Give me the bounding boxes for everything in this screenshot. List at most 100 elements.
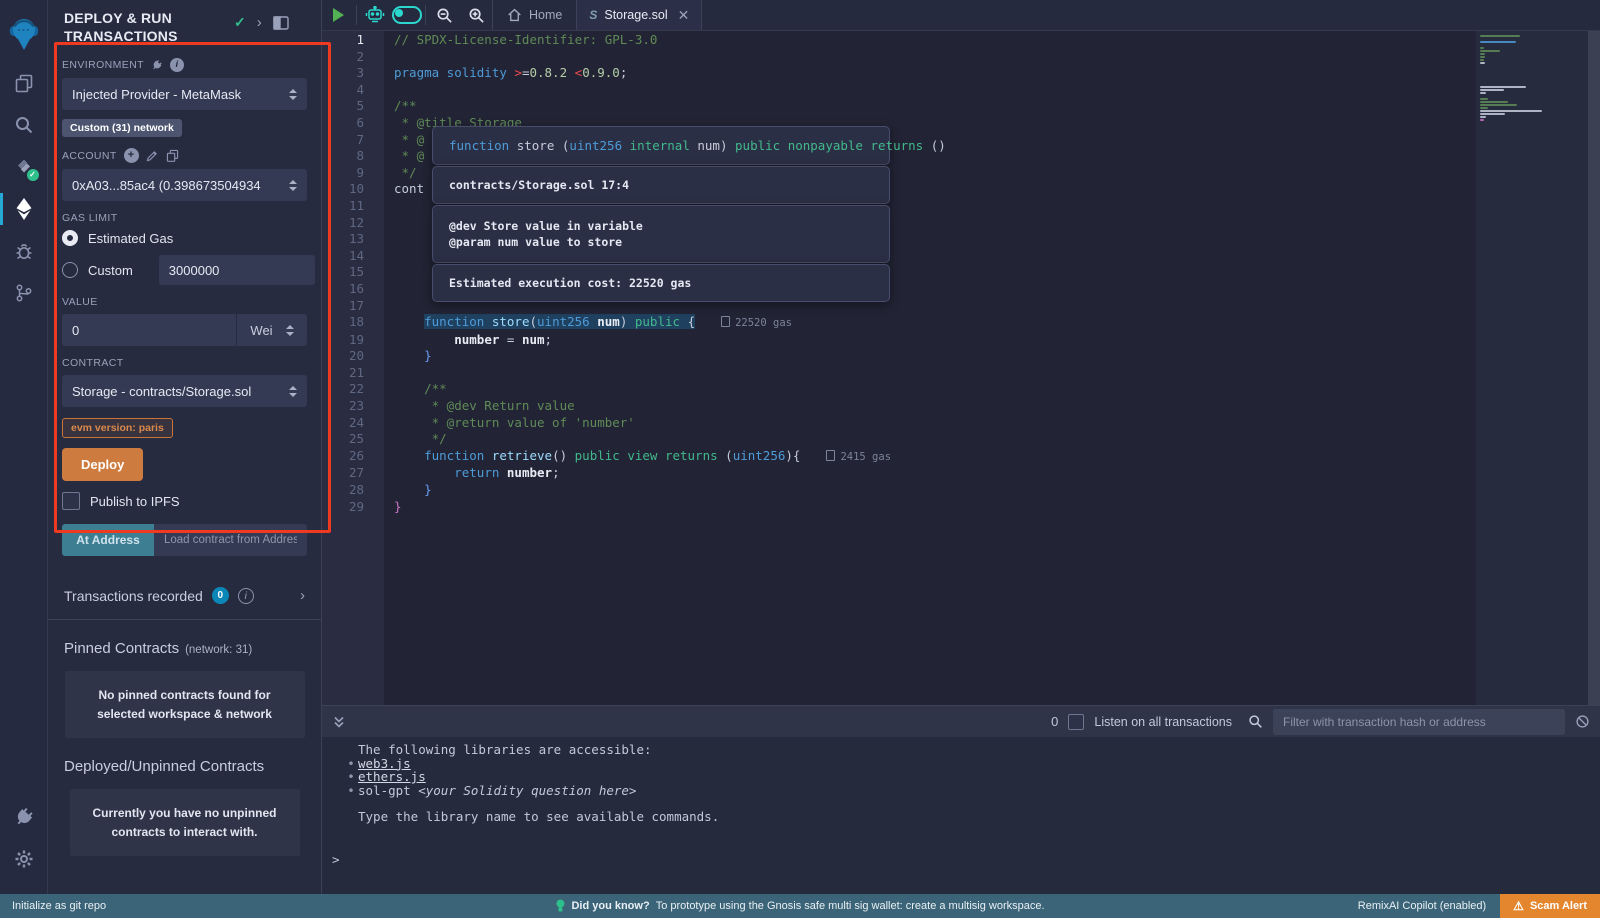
plug-icon[interactable] [149,57,166,74]
terminal-output[interactable]: The following libraries are accessible: … [322,737,1600,894]
transactions-recorded-row[interactable]: Transactions recorded 0 i › [48,572,321,620]
editor-scrollbar[interactable] [1588,30,1600,705]
plugin-manager-icon[interactable] [0,796,48,838]
file-explorer-icon[interactable] [0,62,48,104]
gas-estimate-ghost: 22520 gas [721,317,792,329]
git-init-label[interactable]: Initialize as git repo [0,900,106,912]
copilot-toggle[interactable] [391,0,423,30]
line-number: 12 [322,215,384,232]
publish-ipfs-checkbox[interactable] [62,492,80,510]
deploy-button[interactable]: Deploy [62,448,143,481]
warning-icon: ⚠ [1513,899,1524,913]
estimated-gas-radio[interactable] [62,230,78,246]
compile-success-badge: ✓ [27,169,39,181]
line-number: 20 [322,348,384,365]
pin-panel-icon[interactable] [273,16,289,30]
deploy-run-icon[interactable] [0,188,48,230]
copy-account-icon[interactable] [166,149,179,162]
status-bar: Initialize as git repo Did you know? To … [0,894,1600,918]
chevron-updown-icon [286,325,294,336]
add-account-icon[interactable]: + [124,148,139,163]
value-input[interactable] [62,314,236,346]
at-address-input[interactable] [154,524,307,556]
clear-console-icon[interactable] [1575,714,1590,729]
line-number: 8 [322,148,384,165]
environment-info-icon[interactable]: i [170,58,184,72]
listen-transactions-label: Listen on all transactions [1094,715,1232,729]
code-editor[interactable]: 1// SPDX-License-Identifier: GPL-3.023pr… [322,30,1600,705]
search-icon[interactable] [0,104,48,146]
code-line: 23 * @dev Return value [322,398,1476,415]
at-address-button[interactable]: At Address [62,524,154,556]
transactions-info-icon[interactable]: i [238,588,254,604]
transaction-filter-input[interactable] [1273,709,1565,735]
line-number: 9 [322,165,384,182]
environment-label-row: ENVIRONMENT i [62,58,307,72]
pinned-contracts-heading: Pinned Contracts (network: 31) [64,640,305,657]
line-number: 21 [322,365,384,382]
listen-transactions-checkbox[interactable] [1068,714,1084,730]
remix-logo-icon[interactable] [0,6,48,62]
terminal-line: The following libraries are accessible: [322,743,1600,757]
code-line: 29} [322,499,1476,516]
remix-ide-window: ✓ [0,0,1600,918]
pinned-network-label: (network: 31) [185,644,252,656]
edit-account-icon[interactable] [146,149,159,162]
zoom-out-icon[interactable] [428,0,460,30]
line-number: 22 [322,381,384,398]
editor-toolbar: Home S Storage.sol ✕ [322,0,1600,31]
estimated-gas-label: Estimated Gas [88,231,173,246]
account-label: ACCOUNT [62,150,117,162]
transactions-count-badge: 0 [212,587,229,604]
line-number: 27 [322,465,384,482]
line-number: 19 [322,332,384,349]
copilot-status[interactable]: RemixAI Copilot (enabled) [1358,900,1486,912]
line-number: 13 [322,231,384,248]
value-unit-select[interactable]: Wei [236,314,307,346]
tooltip-location: contracts/Storage.sol 17:4 [432,166,890,204]
terminal-search-icon[interactable] [1248,714,1263,729]
git-icon[interactable] [0,272,48,314]
solidity-compiler-icon[interactable]: ✓ [0,146,48,188]
terminal-line: •sol-gpt <your Solidity question here> [322,784,1600,798]
code-line: 18 function store(uint256 num) public {2… [322,314,1476,332]
terminal-line: •ethers.js [322,770,1600,784]
pinned-contracts-empty: No pinned contracts found for selected w… [65,671,305,738]
scam-alert-button[interactable]: ⚠ Scam Alert [1500,894,1600,918]
code-line: 20 } [322,348,1476,365]
custom-gas-input[interactable] [159,255,315,285]
zoom-in-icon[interactable] [460,0,492,30]
collapse-terminal-icon[interactable] [332,715,346,729]
tooltip-gas: Estimated execution cost: 22520 gas [432,264,890,302]
settings-icon[interactable] [0,838,48,880]
contract-select[interactable]: Storage - contracts/Storage.sol [62,375,307,407]
minimap-column[interactable] [1476,30,1588,705]
environment-select[interactable]: Injected Provider - MetaMask [62,78,307,110]
tab-home[interactable]: Home [492,0,577,30]
panel-chevron-icon[interactable]: › [257,15,262,30]
function-hover-tooltip: function store (uint256 internal num) pu… [432,126,890,303]
chevron-updown-icon [289,386,297,397]
tooltip-signature: function store (uint256 internal num) pu… [432,126,890,165]
line-number: 6 [322,115,384,132]
line-number: 25 [322,431,384,448]
terminal-header: 0 Listen on all transactions [322,705,1600,737]
value-label: VALUE [62,296,98,308]
close-tab-icon[interactable]: ✕ [678,7,690,24]
code-line: 25 */ [322,431,1476,448]
deployed-contracts-heading: Deployed/Unpinned Contracts [64,758,305,775]
tab-storage-sol[interactable]: S Storage.sol ✕ [577,0,702,30]
line-number: 5 [322,98,384,115]
account-select[interactable]: 0xA03...85ac4 (0.398673504934 [62,169,307,201]
chevron-updown-icon [289,180,297,191]
transactions-expand-icon[interactable]: › [300,588,305,603]
custom-gas-radio[interactable] [62,262,78,278]
run-script-button[interactable] [322,0,354,30]
terminal-prompt[interactable]: > [322,852,1600,867]
lightbulb-icon [555,899,565,913]
main-area: Home S Storage.sol ✕ 1// SPDX-License-Id… [322,0,1600,894]
line-number: 24 [322,415,384,432]
remixai-robot-icon[interactable] [359,0,391,30]
debugger-icon[interactable] [0,230,48,272]
gas-pump-icon [721,316,730,327]
